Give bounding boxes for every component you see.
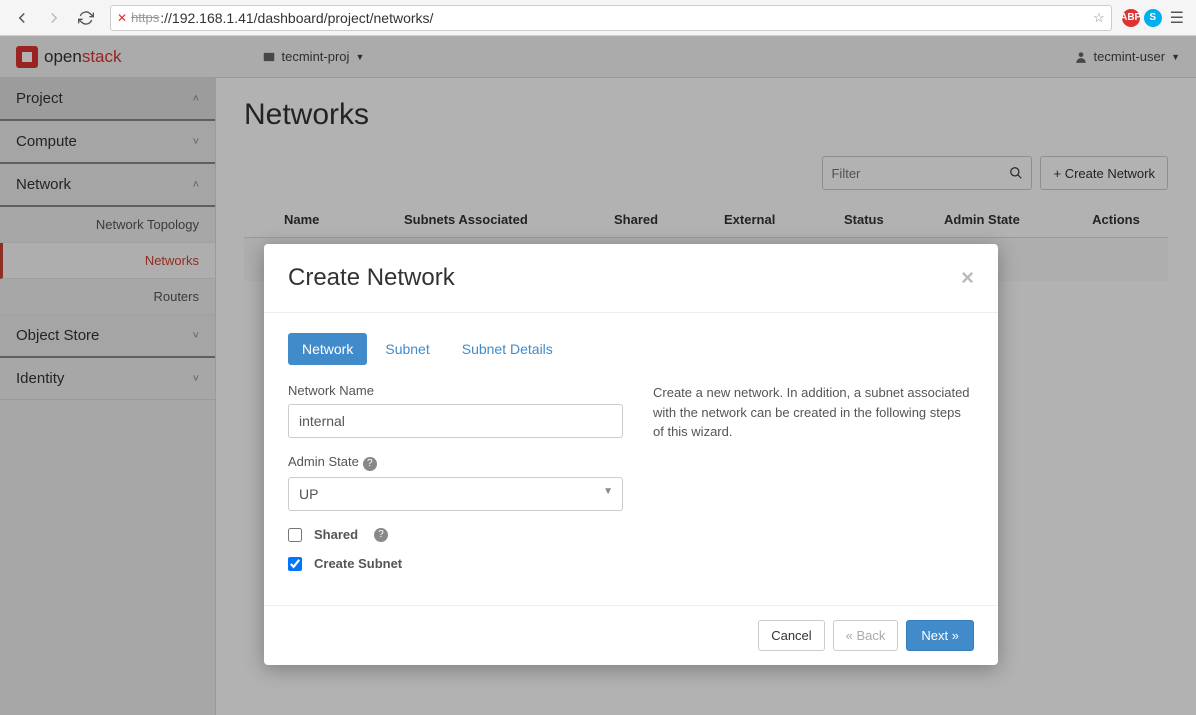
address-bar[interactable]: ✕ https ://192.168.1.41/dashboard/projec… xyxy=(110,5,1112,31)
form-left: Network Name Admin State? UP ▼ xyxy=(288,383,623,585)
next-button[interactable]: Next » xyxy=(906,620,974,651)
form-help-text: Create a new network. In addition, a sub… xyxy=(653,383,974,585)
form-group-admin: Admin State? UP ▼ xyxy=(288,454,623,511)
forward-button[interactable] xyxy=(40,4,68,32)
network-name-label: Network Name xyxy=(288,383,623,398)
back-button[interactable] xyxy=(8,4,36,32)
browser-toolbar: ✕ https ://192.168.1.41/dashboard/projec… xyxy=(0,0,1196,36)
help-icon[interactable]: ? xyxy=(374,528,388,542)
create-network-modal: Create Network × Network Subnet Subnet D… xyxy=(264,244,998,665)
skype-extension-icon[interactable]: S xyxy=(1144,9,1162,27)
tab-subnet-details[interactable]: Subnet Details xyxy=(448,333,567,365)
modal-tabs: Network Subnet Subnet Details xyxy=(288,333,974,365)
create-subnet-checkbox[interactable] xyxy=(288,557,302,571)
close-icon[interactable]: × xyxy=(961,265,974,291)
shared-checkbox[interactable] xyxy=(288,528,302,542)
shared-label: Shared xyxy=(314,527,358,542)
network-name-input[interactable] xyxy=(288,404,623,438)
admin-state-label: Admin State? xyxy=(288,454,623,471)
back-button[interactable]: « Back xyxy=(833,620,899,651)
url-text: ://192.168.1.41/dashboard/project/networ… xyxy=(160,10,433,26)
help-icon[interactable]: ? xyxy=(363,457,377,471)
form-columns: Network Name Admin State? UP ▼ xyxy=(288,383,974,585)
create-subnet-label: Create Subnet xyxy=(314,556,402,571)
admin-state-select[interactable]: UP xyxy=(288,477,623,511)
shared-row: Shared ? xyxy=(288,527,623,542)
modal-title: Create Network xyxy=(288,264,455,292)
modal-footer: Cancel « Back Next » xyxy=(264,605,998,665)
bookmark-icon[interactable]: ☆ xyxy=(1093,10,1105,26)
url-scheme: https xyxy=(131,10,159,25)
tab-subnet[interactable]: Subnet xyxy=(371,333,443,365)
cancel-button[interactable]: Cancel xyxy=(758,620,824,651)
reload-button[interactable] xyxy=(72,4,100,32)
create-subnet-row: Create Subnet xyxy=(288,556,623,571)
browser-menu-icon[interactable]: ☰ xyxy=(1166,8,1188,28)
form-group-name: Network Name xyxy=(288,383,623,438)
abp-extension-icon[interactable]: ABP xyxy=(1122,9,1140,27)
modal-body: Network Subnet Subnet Details Network Na… xyxy=(264,313,998,605)
security-warning-icon: ✕ xyxy=(117,11,127,25)
modal-header: Create Network × xyxy=(264,244,998,313)
tab-network[interactable]: Network xyxy=(288,333,367,365)
